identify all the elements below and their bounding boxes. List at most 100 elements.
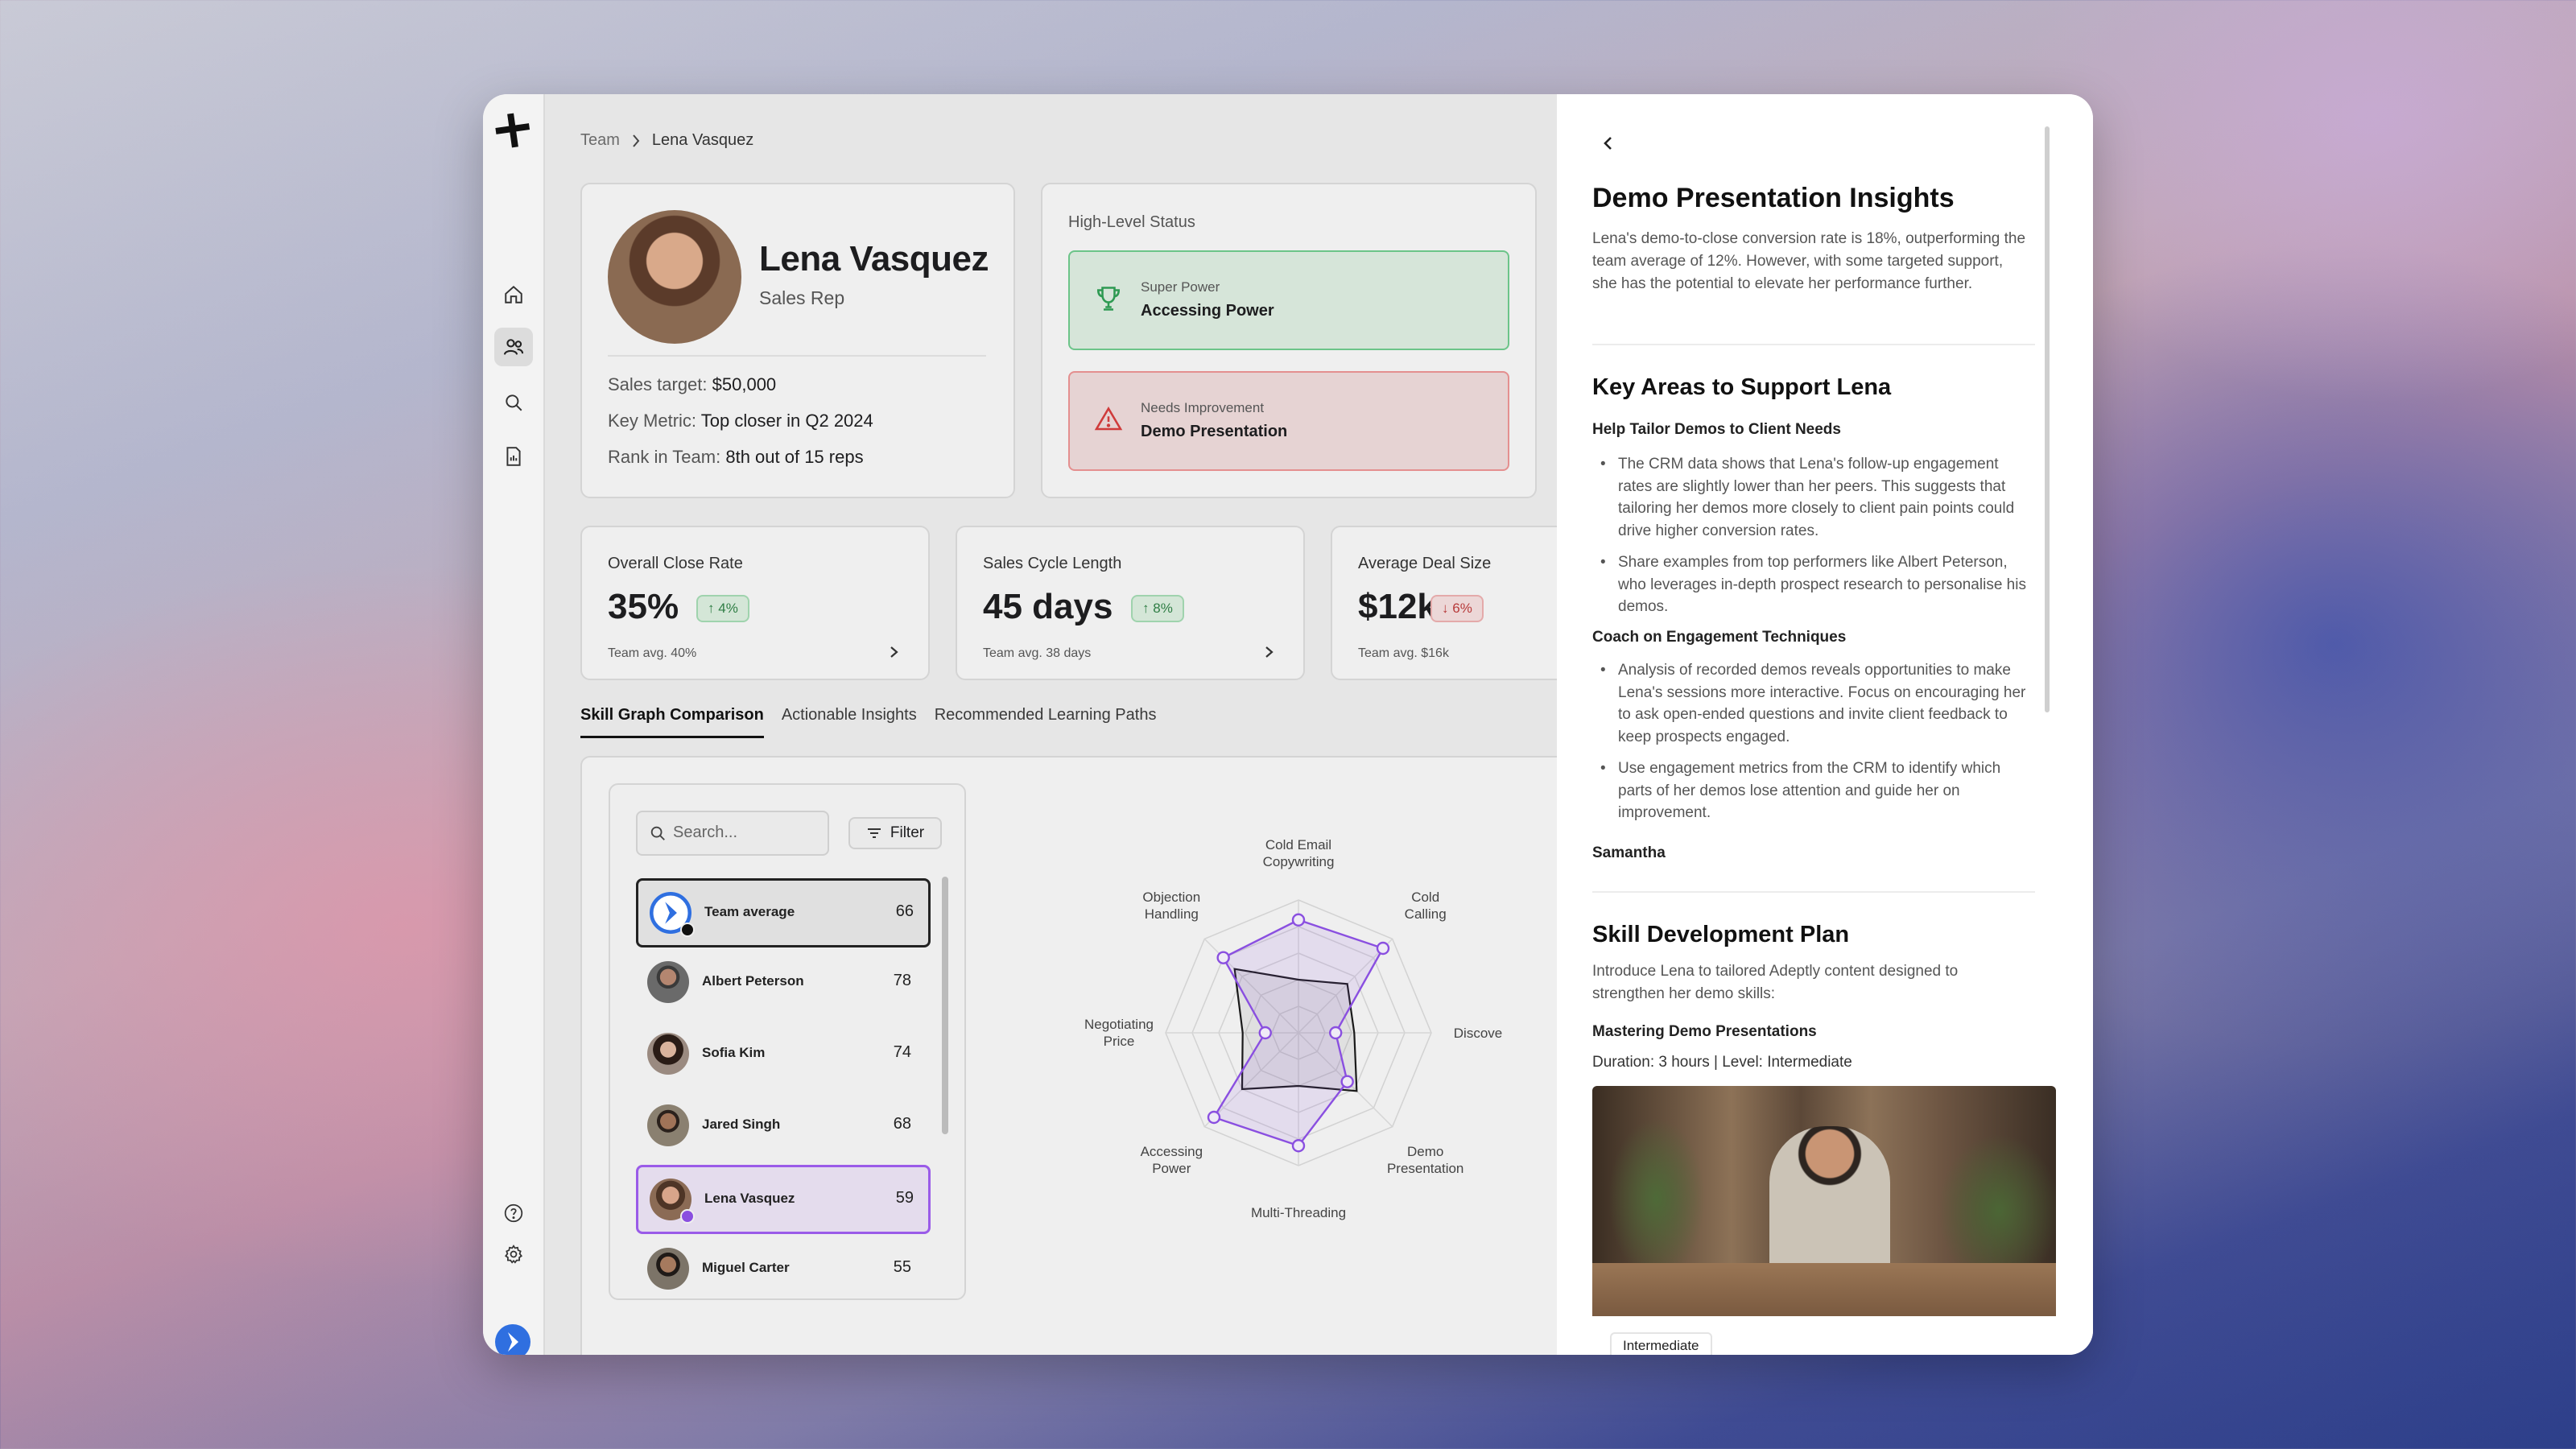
arrow-down-icon: ↓: [1442, 601, 1453, 616]
list-item-team-average[interactable]: Team average 66: [636, 878, 931, 947]
course-meta: Duration: 3 hours | Level: Intermediate: [1592, 1054, 1852, 1071]
plan-intro: Introduce Lena to tailored Adeptly conte…: [1592, 963, 1959, 1002]
metric-card-close-rate[interactable]: Overall Close Rate 35% ↑ 4% Team avg. 40…: [580, 526, 930, 680]
radar-axis-label: Cold Email Copywriting: [1262, 837, 1335, 869]
list-item[interactable]: Albert Peterson 78: [636, 950, 926, 1014]
super-power-caption: Super Power: [1141, 279, 1220, 295]
list-scrollbar[interactable]: [942, 877, 948, 1134]
bullet-4: Use engagement metrics from the CRM to i…: [1592, 758, 2033, 824]
super-power-box[interactable]: Super Power Accessing Power: [1068, 250, 1509, 350]
profile-name: Lena Vasquez: [759, 239, 989, 279]
list-item[interactable]: Sofia Kim 74: [636, 1022, 926, 1086]
support-subtitle-2: Coach on Engagement Techniques: [1592, 629, 1847, 646]
bullet-2: Share examples from top performers like …: [1592, 551, 2033, 618]
divider: [1592, 891, 2035, 893]
plan-title: Skill Development Plan: [1592, 922, 1850, 947]
chevron-right-icon[interactable]: [886, 640, 902, 664]
metric-card-sales-cycle[interactable]: Sales Cycle Length 45 days ↑ 8% Team avg…: [956, 526, 1305, 680]
panel-scrollbar[interactable]: [2045, 126, 2050, 712]
metric-team-avg: Team avg. $16k: [1358, 646, 1449, 660]
radar-point[interactable]: [1216, 951, 1230, 964]
change-badge: ↑ 8%: [1131, 595, 1184, 622]
back-arrow-icon[interactable]: [1599, 131, 1616, 155]
search-icon[interactable]: [502, 391, 525, 414]
change-badge: ↑ 4%: [696, 595, 749, 622]
support-title: Key Areas to Support Lena: [1592, 374, 1892, 400]
profile-card: Lena Vasquez Sales Rep Sales target: $50…: [580, 183, 1015, 498]
panel-intro: Lena's demo-to-close conversion rate is …: [1592, 230, 2026, 292]
avatar: [647, 961, 689, 1003]
radar-point[interactable]: [1207, 1110, 1221, 1125]
radar-point[interactable]: [1291, 913, 1306, 927]
radar-point[interactable]: [1340, 1075, 1354, 1088]
app-logo-icon[interactable]: [494, 112, 531, 149]
avatar: [647, 1104, 689, 1146]
chevron-right-icon[interactable]: [1261, 640, 1278, 664]
metric-team-avg: Team avg. 38 days: [983, 646, 1092, 660]
row-score: 59: [895, 1189, 914, 1207]
filter-icon: [867, 828, 881, 838]
super-power-title: Accessing Power: [1141, 302, 1274, 320]
workspace-logo-icon[interactable]: [494, 1323, 531, 1355]
row-name: Albert Peterson: [702, 973, 804, 989]
panel-title: Demo Presentation Insights: [1592, 183, 1955, 213]
high-level-status-card: High-Level Status Super Power Accessing …: [1041, 183, 1537, 498]
tab-actionable-insights[interactable]: Actionable Insights: [782, 706, 917, 738]
radar-point[interactable]: [1329, 1026, 1343, 1040]
app-window: Team Lena Vasquez Lena Vasquez Sales Rep…: [483, 94, 2093, 1355]
profile-role: Sales Rep: [759, 287, 845, 308]
row-name: Lena Vasquez: [704, 1191, 795, 1206]
help-icon[interactable]: [502, 1202, 525, 1224]
radar-point[interactable]: [1258, 1026, 1272, 1040]
key-metric: Key Metric: Top closer in Q2 2024: [608, 411, 873, 431]
tab-skill-graph[interactable]: Skill Graph Comparison: [580, 706, 764, 738]
search-input[interactable]: Search...: [636, 811, 829, 856]
profile-photo: [608, 210, 741, 344]
list-item[interactable]: Miguel Carter 55: [636, 1236, 926, 1301]
level-tag: Intermediate: [1610, 1332, 1712, 1355]
team-icon[interactable]: [494, 328, 533, 366]
row-name: Sofia Kim: [702, 1045, 766, 1060]
avatar: [647, 1248, 689, 1290]
course-thumbnail[interactable]: [1592, 1086, 2056, 1316]
radar-axis-label: Accessing Power: [1140, 1143, 1203, 1176]
radar-point[interactable]: [1291, 1139, 1306, 1153]
row-score: 68: [893, 1115, 911, 1133]
filter-button[interactable]: Filter: [848, 817, 942, 849]
radar-axis-label: Multi-Threading: [1250, 1204, 1347, 1220]
filter-label: Filter: [890, 824, 925, 841]
row-score: 74: [893, 1043, 911, 1061]
list-item-lena-vasquez[interactable]: Lena Vasquez 59: [636, 1165, 931, 1234]
row-name: Miguel Carter: [702, 1260, 790, 1275]
radar-axis-label: Objection Handling: [1142, 890, 1201, 923]
gear-icon[interactable]: [502, 1243, 525, 1265]
trophy-icon: [1096, 287, 1121, 311]
needs-improvement-box[interactable]: Needs Improvement Demo Presentation: [1068, 371, 1509, 471]
metric-value: 45 days: [983, 587, 1113, 626]
needs-improvement-title: Demo Presentation: [1141, 423, 1288, 440]
breadcrumb-team[interactable]: Team: [580, 131, 620, 150]
search-icon: [650, 826, 665, 840]
report-icon[interactable]: [502, 445, 525, 468]
breadcrumb-current: Lena Vasquez: [651, 131, 754, 149]
metric-team-avg: Team avg. 40%: [608, 646, 697, 660]
bullet-3: Analysis of recorded demos reveals oppor…: [1592, 659, 2033, 748]
divider: [608, 355, 986, 357]
insights-panel: Demo Presentation Insights Lena's demo-t…: [1557, 94, 2093, 1355]
row-score: 55: [893, 1258, 911, 1276]
course-title: Mastering Demo Presentations: [1592, 1023, 1817, 1040]
metric-value: $12k: [1358, 587, 1437, 626]
tab-learning-paths[interactable]: Recommended Learning Paths: [935, 706, 1157, 738]
metric-title: Sales Cycle Length: [983, 555, 1122, 572]
radar-point[interactable]: [1376, 941, 1390, 956]
needs-improvement-caption: Needs Improvement: [1141, 400, 1265, 415]
list-item[interactable]: Jared Singh 68: [636, 1093, 926, 1158]
row-score: 66: [895, 902, 914, 920]
arrow-up-icon: ↑: [708, 601, 719, 616]
breadcrumb: Team Lena Vasquez: [580, 131, 753, 150]
change-badge: ↓ 6%: [1430, 595, 1484, 622]
metric-title: Overall Close Rate: [608, 555, 743, 572]
home-icon[interactable]: [502, 283, 525, 306]
icon-rail: [483, 94, 545, 1355]
arrow-up-icon: ↑: [1142, 601, 1154, 616]
